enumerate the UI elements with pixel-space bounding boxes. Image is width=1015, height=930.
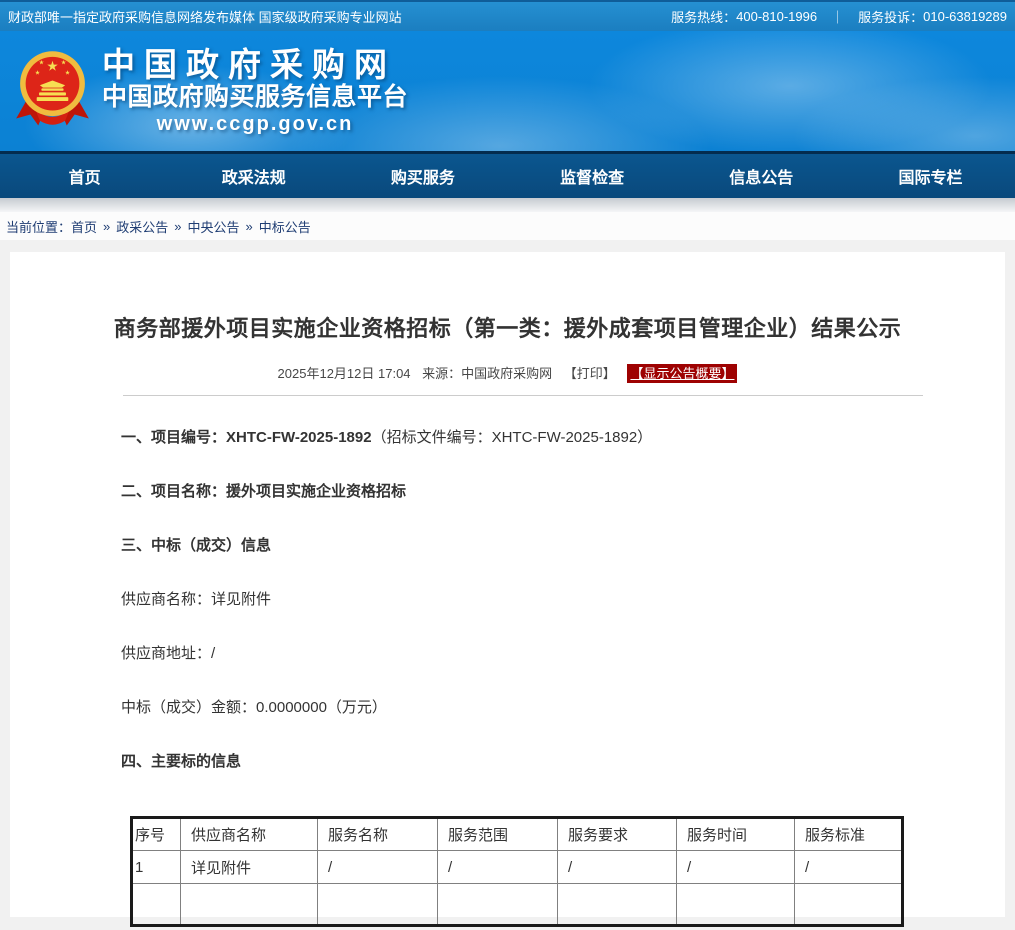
- article-title: 商务部援外项目实施企业资格招标（第一类：援外成套项目管理企业）结果公示: [10, 252, 1005, 343]
- paragraph-project-number: 一、项目编号：XHTC-FW-2025-1892（招标文件编号：XHTC-FW-…: [121, 428, 965, 448]
- site-name: 中国政府采购网: [102, 47, 408, 83]
- nav-item-home[interactable]: 首页: [0, 164, 169, 188]
- award-amount-text: 中标（成交）金额：0.0000000（万元）: [121, 699, 387, 716]
- paragraph-supplier-name: 供应商名称：详见附件: [121, 590, 965, 610]
- table-cell: [677, 884, 795, 926]
- table-row: 1 详见附件 / / / / /: [132, 851, 903, 884]
- topbar-slogan: 财政部唯一指定政府采购信息网络发布媒体 国家级政府采购专业网站: [8, 7, 402, 26]
- table-cell: [181, 884, 318, 926]
- article-meta: 2025年12月12日 17:04 来源：中国政府采购网 【打印】 【显示公告概…: [10, 363, 1005, 382]
- table-row-empty: [132, 884, 903, 926]
- nav-item-supervision[interactable]: 监督检查: [508, 164, 677, 188]
- table-cell: [558, 884, 677, 926]
- table-cell: [318, 884, 438, 926]
- col-service-time: 服务时间: [677, 818, 795, 851]
- project-number-bold: 一、项目编号：XHTC-FW-2025-1892: [121, 429, 372, 446]
- nav-item-regulations[interactable]: 政采法规: [169, 164, 338, 188]
- table-cell: 详见附件: [181, 851, 318, 884]
- meta-datetime: 2025年12月12日 17:04: [278, 366, 411, 381]
- hotline-number: 400-810-1996: [736, 9, 817, 24]
- complaint-label: 服务投诉：: [858, 7, 923, 26]
- nav-item-international[interactable]: 国际专栏: [846, 164, 1015, 188]
- col-service-name: 服务名称: [318, 818, 438, 851]
- site-logo[interactable]: 中国政府采购网 中国政府购买服务信息平台 www.ccgp.gov.cn: [13, 47, 408, 137]
- site-header: 中国政府采购网 中国政府购买服务信息平台 www.ccgp.gov.cn: [0, 31, 1015, 151]
- breadcrumb-label: 当前位置：: [6, 217, 71, 236]
- table-cell: /: [438, 851, 558, 884]
- article-container: 商务部援外项目实施企业资格招标（第一类：援外成套项目管理企业）结果公示 2025…: [10, 252, 1005, 917]
- col-service-standard: 服务标准: [795, 818, 903, 851]
- topbar-divider: ｜: [831, 7, 844, 26]
- award-info-bold: 三、中标（成交）信息: [121, 537, 271, 554]
- table-cell: /: [795, 851, 903, 884]
- table-cell: [132, 884, 181, 926]
- subject-info-bold: 四、主要标的信息: [121, 753, 241, 770]
- col-serial-number: 序号: [132, 818, 181, 851]
- page: 财政部唯一指定政府采购信息网络发布媒体 国家级政府采购专业网站 服务热线： 40…: [0, 0, 1015, 930]
- breadcrumb-separator: »: [246, 219, 253, 234]
- supplier-address-text: 供应商地址：/: [121, 645, 215, 662]
- paragraph-subject-info-heading: 四、主要标的信息: [121, 752, 965, 772]
- paragraph-project-name: 二、项目名称：援外项目实施企业资格招标: [121, 482, 965, 502]
- meta-source: 来源：中国政府采购网: [422, 366, 552, 381]
- paragraph-award-info-heading: 三、中标（成交）信息: [121, 536, 965, 556]
- col-service-requirements: 服务要求: [558, 818, 677, 851]
- col-service-scope: 服务范围: [438, 818, 558, 851]
- subject-info-table: 序号 供应商名称 服务名称 服务范围 服务要求 服务时间 服务标准 1 详见附件…: [130, 816, 904, 927]
- breadcrumb-separator: »: [174, 219, 181, 234]
- complaint-number: 010-63819289: [923, 9, 1007, 24]
- paragraph-award-amount: 中标（成交）金额：0.0000000（万元）: [121, 698, 965, 718]
- topbar: 财政部唯一指定政府采购信息网络发布媒体 国家级政府采购专业网站 服务热线： 40…: [0, 0, 1015, 31]
- supplier-name-text: 供应商名称：详见附件: [121, 591, 271, 608]
- table-cell: /: [318, 851, 438, 884]
- nav-item-purchase-services[interactable]: 购买服务: [338, 164, 507, 188]
- site-url: www.ccgp.gov.cn: [102, 112, 408, 137]
- project-name-bold: 二、项目名称：援外项目实施企业资格招标: [121, 483, 406, 500]
- breadcrumb-award-announcements[interactable]: 中标公告: [259, 217, 311, 236]
- breadcrumb-procurement-announcements[interactable]: 政采公告: [116, 217, 168, 236]
- nav-item-announcements[interactable]: 信息公告: [677, 164, 846, 188]
- table-cell: /: [558, 851, 677, 884]
- topbar-contact: 服务热线： 400-810-1996 ｜ 服务投诉： 010-63819289: [671, 7, 1007, 26]
- logo-text: 中国政府采购网 中国政府购买服务信息平台 www.ccgp.gov.cn: [102, 47, 408, 137]
- table-cell: [438, 884, 558, 926]
- print-button[interactable]: 【打印】: [564, 366, 616, 381]
- show-summary-button[interactable]: 【显示公告概要】: [627, 364, 737, 383]
- article-body: 一、项目编号：XHTC-FW-2025-1892（招标文件编号：XHTC-FW-…: [10, 396, 1005, 927]
- hotline-label: 服务热线：: [671, 7, 736, 26]
- breadcrumb: 当前位置： 首页 » 政采公告 » 中央公告 » 中标公告: [0, 212, 1015, 240]
- col-supplier-name: 供应商名称: [181, 818, 318, 851]
- main-nav: 首页 政采法规 购买服务 监督检查 信息公告 国际专栏: [0, 151, 1015, 198]
- table-cell: [795, 884, 903, 926]
- nav-shadow: [0, 198, 1015, 212]
- table-cell: 1: [132, 851, 181, 884]
- paragraph-supplier-address: 供应商地址：/: [121, 644, 965, 664]
- site-subtitle: 中国政府购买服务信息平台: [102, 83, 408, 113]
- national-emblem-icon: [13, 47, 92, 133]
- project-number-normal: （招标文件编号：XHTC-FW-2025-1892）: [372, 429, 653, 446]
- breadcrumb-central-announcements[interactable]: 中央公告: [188, 217, 240, 236]
- table-header-row: 序号 供应商名称 服务名称 服务范围 服务要求 服务时间 服务标准: [132, 818, 903, 851]
- table-cell: /: [677, 851, 795, 884]
- breadcrumb-home[interactable]: 首页: [71, 217, 97, 236]
- breadcrumb-separator: »: [103, 219, 110, 234]
